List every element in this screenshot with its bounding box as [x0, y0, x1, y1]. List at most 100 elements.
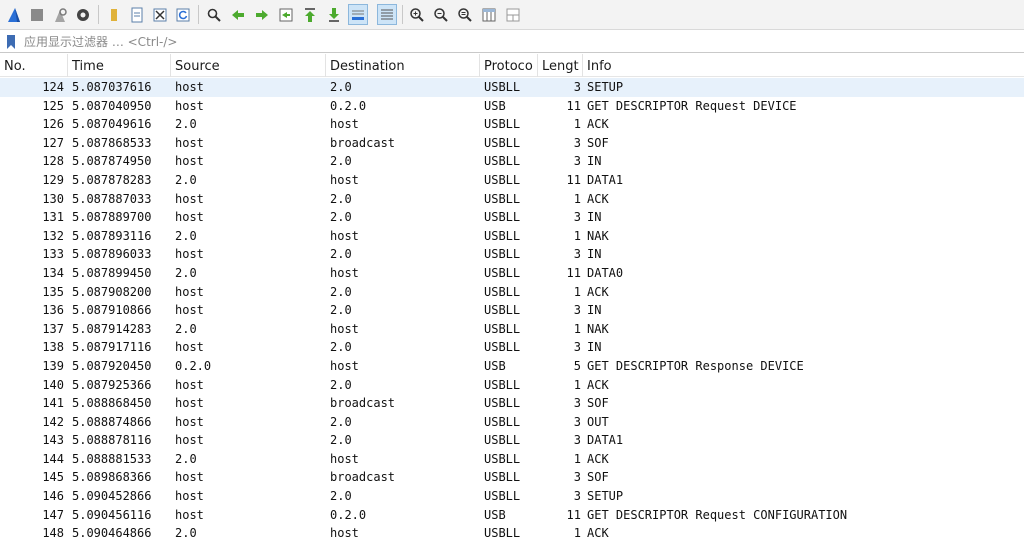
packet-destination: broadcast — [330, 135, 396, 150]
column-header-info[interactable]: Info — [583, 54, 1024, 77]
packet-time: 5.088878116 — [72, 433, 152, 448]
packet-destination: 2.0 — [330, 80, 352, 94]
packet-row[interactable]: 143 5.088878116 host 2.0 USBLL 3 DATA1 — [0, 431, 1024, 450]
column-header-time[interactable]: Time — [68, 54, 171, 77]
resize-columns-button[interactable] — [479, 4, 499, 25]
packet-row[interactable]: 141 5.088868450 host broadcast USBLL 3 SOF — [0, 394, 1024, 413]
zoom-in-button[interactable] — [407, 4, 427, 25]
packet-info: ACK — [587, 191, 609, 206]
packet-row[interactable]: 128 5.087874950 host 2.0 USBLL 3 IN — [0, 152, 1024, 171]
packet-no: 137 — [42, 321, 64, 336]
packet-list[interactable]: No. Time Source Destination Protoco Leng… — [0, 54, 1024, 541]
packet-length: 3 — [573, 210, 581, 225]
packet-time: 5.087908200 — [72, 284, 152, 299]
open-file-button[interactable] — [104, 4, 124, 25]
column-header-length[interactable]: Lengt — [538, 54, 583, 77]
packet-row[interactable]: 139 5.087920450 0.2.0 host USB 5 GET DESCRIPTO… — [0, 357, 1024, 376]
packet-protocol: USBLL — [484, 247, 521, 262]
packet-row[interactable]: 148 5.090464866 2.0 host USBLL 1 ACK — [0, 524, 1024, 541]
packet-protocol: USB — [484, 358, 506, 373]
save-file-button[interactable] — [127, 4, 147, 25]
packet-info: NAK — [587, 228, 609, 243]
reload-file-button[interactable] — [173, 4, 193, 25]
packet-row[interactable]: 147 5.090456116 host 0.2.0 USB 11 GET DESCRIPT… — [0, 506, 1024, 525]
packet-row[interactable]: 127 5.087868533 host broadcast USBLL 3 SOF — [0, 134, 1024, 153]
packet-time: 5.088881533 — [72, 451, 152, 466]
packet-info: ACK — [587, 451, 609, 466]
save-file-icon — [131, 7, 143, 22]
packet-row[interactable]: 135 5.087908200 host 2.0 USBLL 1 ACK — [0, 283, 1024, 302]
packet-row[interactable]: 134 5.087899450 2.0 host USBLL 11 DATA0 — [0, 264, 1024, 283]
go-back-button[interactable] — [228, 4, 248, 25]
packet-protocol: USBLL — [484, 414, 521, 429]
stop-capture-button[interactable] — [27, 4, 47, 25]
packet-info: GET DESCRIPTOR Request DEVICE — [587, 98, 797, 113]
column-header-source[interactable]: Source — [171, 54, 326, 77]
go-first-packet-button[interactable] — [300, 4, 320, 25]
packet-length: 1 — [573, 191, 581, 206]
go-to-packet-button[interactable] — [276, 4, 296, 25]
packet-row[interactable]: 137 5.087914283 2.0 host USBLL 1 NAK — [0, 320, 1024, 339]
packet-length: 1 — [573, 284, 581, 299]
capture-options-button[interactable] — [73, 4, 93, 25]
packet-no: 132 — [42, 228, 64, 243]
packet-row[interactable]: 146 5.090452866 host 2.0 USBLL 3 SETUP — [0, 487, 1024, 506]
packet-row[interactable]: 126 5.087049616 2.0 host USBLL 1 ACK — [0, 115, 1024, 134]
packet-info: GET DESCRIPTOR Request CONFIGURATION — [587, 507, 848, 522]
packet-source: host — [175, 340, 204, 355]
packet-protocol: USBLL — [484, 172, 521, 187]
packet-length: 3 — [573, 247, 581, 262]
zoom-normal-button[interactable] — [455, 4, 475, 25]
packet-row[interactable]: 138 5.087917116 host 2.0 USBLL 3 IN — [0, 338, 1024, 357]
filter-bookmark-button[interactable] — [4, 34, 18, 49]
autoscroll-button[interactable] — [348, 4, 368, 25]
restart-capture-button[interactable] — [50, 4, 70, 25]
packet-no: 136 — [42, 303, 64, 318]
packet-row[interactable]: 124 5.087037616 host 2.0 USBLL 3 SETUP — [0, 78, 1024, 97]
main-toolbar — [0, 0, 1024, 30]
resize-columns-icon — [482, 8, 496, 21]
packet-row[interactable]: 144 5.088881533 2.0 host USBLL 1 ACK — [0, 450, 1024, 469]
packet-row[interactable]: 129 5.087878283 2.0 host USBLL 11 DATA1 — [0, 171, 1024, 190]
packet-rows: 124 5.087037616 host 2.0 USBLL 3 SETUP 125 5.087… — [0, 78, 1024, 541]
packet-row[interactable]: 125 5.087040950 host 0.2.0 USB 11 GET DESCRIPT… — [0, 97, 1024, 116]
packet-protocol: USBLL — [484, 80, 521, 94]
start-capture-button[interactable] — [4, 4, 24, 25]
packet-info: OUT — [587, 414, 609, 429]
go-forward-button[interactable] — [252, 4, 272, 25]
display-filter-input[interactable] — [22, 33, 1022, 50]
packet-time: 5.087040950 — [72, 98, 152, 113]
go-last-packet-button[interactable] — [324, 4, 344, 25]
packet-time: 5.088874866 — [72, 414, 152, 429]
packet-destination: host — [330, 228, 359, 243]
column-header-destination[interactable]: Destination — [326, 54, 480, 77]
layout-panes-button[interactable] — [503, 4, 523, 25]
packet-protocol: USBLL — [484, 303, 521, 318]
packet-time: 5.088868450 — [72, 396, 152, 411]
colorize-button[interactable] — [377, 4, 397, 25]
packet-no: 129 — [42, 172, 64, 187]
packet-length: 1 — [573, 377, 581, 392]
packet-destination: 2.0 — [330, 284, 352, 299]
find-packet-button[interactable] — [204, 4, 224, 25]
packet-row[interactable]: 145 5.089868366 host broadcast USBLL 3 SOF — [0, 468, 1024, 487]
packet-info: SOF — [587, 470, 609, 485]
packet-destination: 2.0 — [330, 377, 352, 392]
column-header-protocol[interactable]: Protoco — [480, 54, 538, 77]
packet-row[interactable]: 131 5.087889700 host 2.0 USBLL 3 IN — [0, 208, 1024, 227]
packet-time: 5.087910866 — [72, 303, 152, 318]
close-file-button[interactable] — [150, 4, 170, 25]
packet-list-header: No. Time Source Destination Protoco Leng… — [0, 54, 1024, 77]
packet-row[interactable]: 136 5.087910866 host 2.0 USBLL 3 IN — [0, 301, 1024, 320]
packet-row[interactable]: 142 5.088874866 host 2.0 USBLL 3 OUT — [0, 413, 1024, 432]
packet-protocol: USBLL — [484, 284, 521, 299]
packet-row[interactable]: 130 5.087887033 host 2.0 USBLL 1 ACK — [0, 190, 1024, 209]
zoom-out-button[interactable] — [431, 4, 451, 25]
packet-time: 5.087887033 — [72, 191, 152, 206]
packet-row[interactable]: 132 5.087893116 2.0 host USBLL 1 NAK — [0, 227, 1024, 246]
packet-row[interactable]: 140 5.087925366 host 2.0 USBLL 1 ACK — [0, 376, 1024, 395]
column-header-no[interactable]: No. — [0, 54, 68, 77]
packet-time: 5.087049616 — [72, 117, 152, 132]
packet-row[interactable]: 133 5.087896033 host 2.0 USBLL 3 IN — [0, 245, 1024, 264]
packet-protocol: USBLL — [484, 489, 521, 504]
